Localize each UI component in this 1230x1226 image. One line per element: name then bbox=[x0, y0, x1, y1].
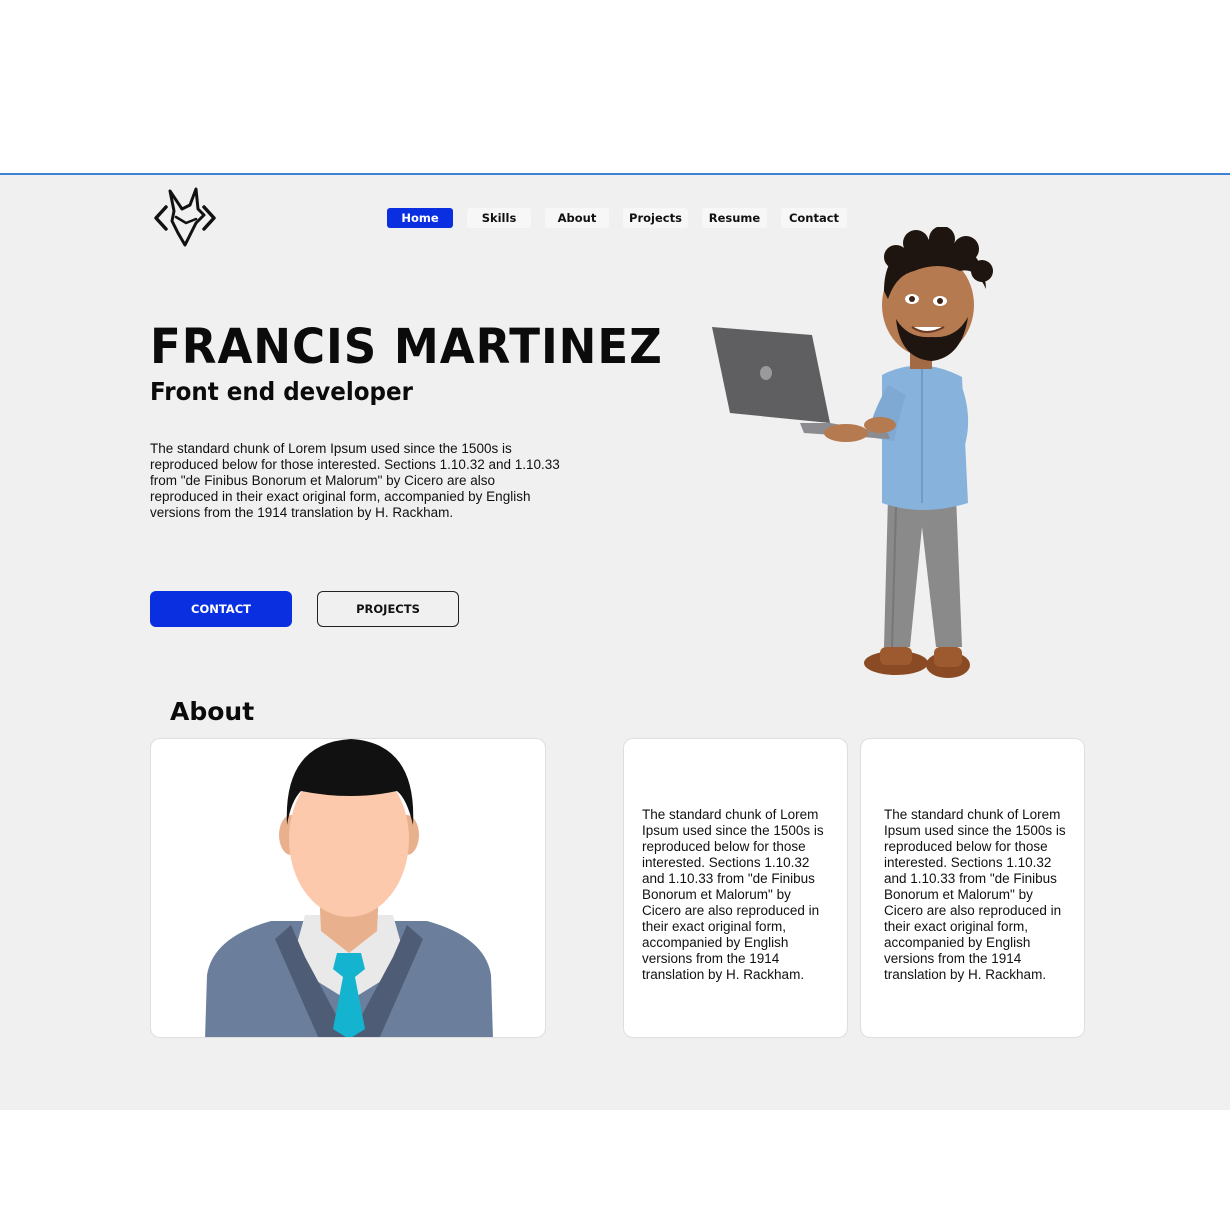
portfolio-page: Home Skills About Projects Resume Contac… bbox=[0, 173, 1230, 1110]
nav-contact[interactable]: Contact bbox=[781, 208, 847, 228]
about-section-title: About bbox=[170, 697, 255, 726]
contact-button[interactable]: CONTACT bbox=[150, 591, 292, 627]
about-text-card-2: The standard chunk of Lorem Ipsum used s… bbox=[860, 738, 1085, 1038]
businessman-avatar-icon bbox=[205, 739, 493, 1037]
hero-name: FRANCIS MARTINEZ bbox=[150, 319, 663, 375]
nav-home[interactable]: Home bbox=[387, 208, 453, 228]
about-text-card-1: The standard chunk of Lorem Ipsum used s… bbox=[623, 738, 848, 1038]
about-photo-card bbox=[150, 738, 546, 1038]
projects-button[interactable]: PROJECTS bbox=[317, 591, 459, 627]
developer-illustration bbox=[700, 227, 1000, 697]
hero-role: Front end developer bbox=[150, 377, 413, 406]
nav-skills[interactable]: Skills bbox=[467, 208, 531, 228]
nav-projects[interactable]: Projects bbox=[623, 208, 688, 228]
fox-logo-icon[interactable] bbox=[152, 187, 218, 249]
main-nav: Home Skills About Projects Resume Contac… bbox=[387, 208, 847, 228]
nav-about[interactable]: About bbox=[545, 208, 609, 228]
nav-resume[interactable]: Resume bbox=[702, 208, 767, 228]
about-card-2-text: The standard chunk of Lorem Ipsum used s… bbox=[884, 807, 1066, 982]
about-card-1-text: The standard chunk of Lorem Ipsum used s… bbox=[642, 807, 824, 982]
hero-description: The standard chunk of Lorem Ipsum used s… bbox=[150, 441, 560, 520]
